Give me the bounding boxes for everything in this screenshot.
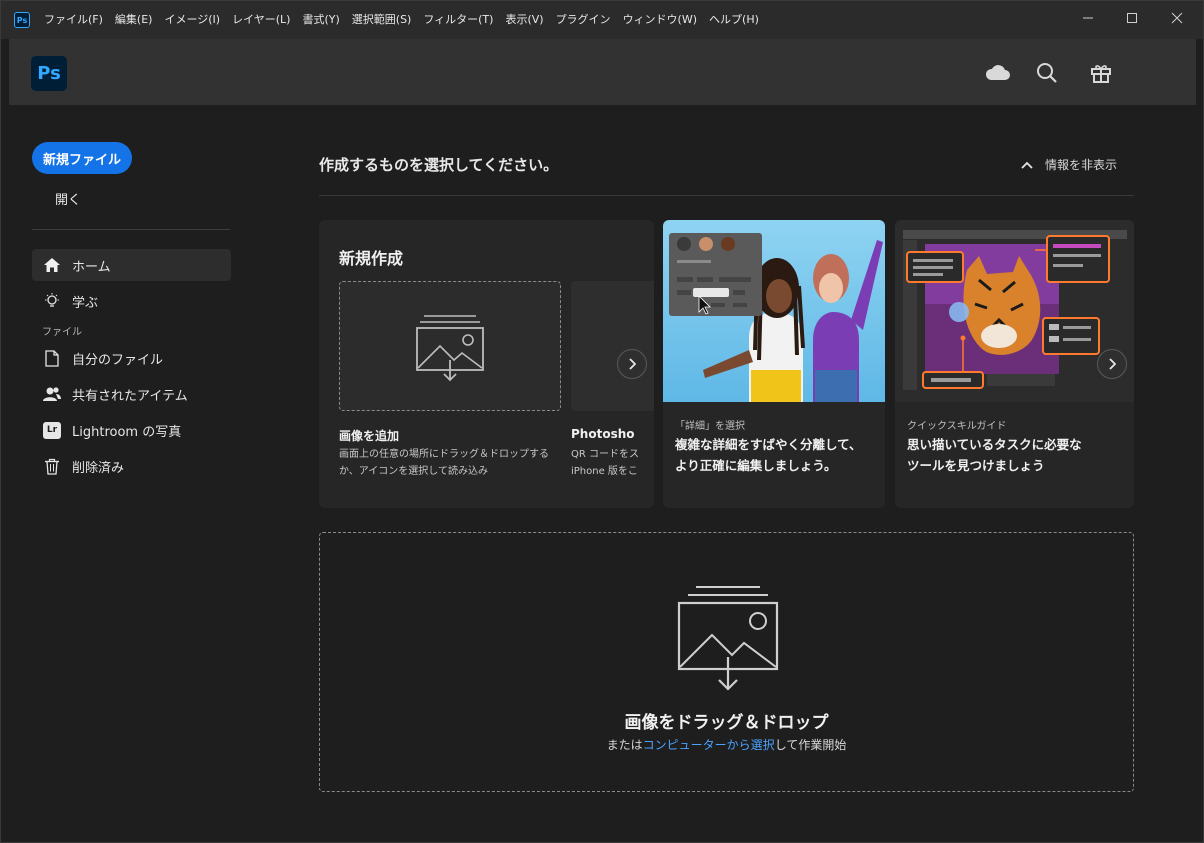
card-description: 思い描いているタスクに必要な ツールを見つけましょう <box>907 437 1082 473</box>
chevron-right-icon <box>1109 358 1116 370</box>
cloud-icon[interactable] <box>984 59 1012 87</box>
sidebar-divider <box>32 229 230 230</box>
sidebar-item-label: 学ぶ <box>72 295 99 311</box>
page-title: 作成するものを選択してください。 <box>319 156 559 174</box>
add-image-desc-2: か、アイコンを選択して読み込み <box>339 466 488 477</box>
sidebar-item-label: Lightroom の写真 <box>72 424 182 440</box>
tutorial-card-quick-skill[interactable]: クイックスキルガイド 思い描いているタスクに必要な ツールを見つけましょう <box>895 220 1134 508</box>
menu-filter[interactable]: フィルター(T) <box>417 1 499 39</box>
menu-plugins[interactable]: プラグイン <box>550 1 617 39</box>
menu-image[interactable]: イメージ(I) <box>158 1 226 39</box>
sidebar-item-learn[interactable]: 学ぶ <box>32 285 231 317</box>
ps-app-icon: Ps <box>14 12 30 28</box>
add-image-title: 画像を追加 <box>339 429 400 443</box>
menu-select[interactable]: 選択範囲(S) <box>346 1 418 39</box>
lightbulb-icon <box>32 292 72 310</box>
menu-window[interactable]: ウィンドウ(W) <box>617 1 703 39</box>
menu-layer[interactable]: レイヤー(L) <box>226 1 296 39</box>
home-icon <box>32 257 72 273</box>
app-header: Ps <box>9 39 1196 105</box>
sidebar-item-lightroom[interactable]: Lr Lightroom の写真 <box>32 414 231 446</box>
menu-help[interactable]: ヘルプ(H) <box>703 1 765 39</box>
card-description: 複雑な詳細をすばやく分離して、 より正確に編集しましょう。 <box>675 437 862 473</box>
menu-file[interactable]: ファイル(F) <box>38 1 109 39</box>
sidebar-item-label: 削除済み <box>72 460 125 476</box>
minimize-button[interactable] <box>1065 1 1111 35</box>
hide-info-label: 情報を非表示 <box>1045 158 1118 172</box>
drop-zone-subtitle: またはコンピューターから選択して作業開始 <box>606 738 847 752</box>
sidebar-item-deleted[interactable]: 削除済み <box>32 450 231 482</box>
users-icon <box>32 386 72 402</box>
search-icon[interactable] <box>1033 59 1061 87</box>
sidebar-item-my-files[interactable]: 自分のファイル <box>32 342 231 374</box>
new-create-title: 新規作成 <box>339 249 404 268</box>
qr-tile[interactable] <box>571 281 654 411</box>
add-image-tile[interactable] <box>339 281 561 411</box>
sidebar-item-shared[interactable]: 共有されたアイテム <box>32 378 231 410</box>
tutorial-thumbnail <box>663 220 885 402</box>
maximize-button[interactable] <box>1109 1 1155 35</box>
chevron-right-icon <box>629 358 636 370</box>
tutorial-thumbnail <box>895 220 1134 402</box>
main-divider <box>319 195 1134 196</box>
add-image-desc-1: 画面上の任意の場所にドラッグ＆ドロップする <box>339 449 549 460</box>
tutorial-card-select-subject[interactable]: 「詳細」を選択 複雑な詳細をすばやく分離して、 より正確に編集しましょう。 <box>663 220 885 508</box>
sidebar-item-label: 自分のファイル <box>72 352 164 368</box>
card-kicker: クイックスキルガイド <box>907 421 1007 432</box>
chevron-up-icon <box>1021 161 1033 169</box>
close-window-button[interactable] <box>1154 1 1200 35</box>
sidebar-item-label: 共有されたアイテム <box>72 388 188 404</box>
menu-bar: ファイル(F) 編集(E) イメージ(I) レイヤー(L) 書式(Y) 選択範囲… <box>38 1 765 39</box>
photoshop-window: Ps ファイル(F) 編集(E) イメージ(I) レイヤー(L) 書式(Y) 選… <box>0 0 1204 843</box>
menu-view[interactable]: 表示(V) <box>499 1 549 39</box>
next-arrow-button[interactable] <box>1097 349 1127 379</box>
new-create-card: 新規作成 画像を追加 画面上の任意の場所にドラッグ＆ドロップする か、アイコンを… <box>319 220 654 508</box>
qr-tile-title: Photosho <box>571 427 635 441</box>
trash-icon <box>32 458 72 475</box>
title-bar: Ps ファイル(F) 編集(E) イメージ(I) レイヤー(L) 書式(Y) 選… <box>1 1 1203 39</box>
sidebar-section-files: ファイル <box>42 327 82 338</box>
card-kicker: 「詳細」を選択 <box>675 421 745 432</box>
menu-type[interactable]: 書式(Y) <box>296 1 345 39</box>
qr-tile-desc-2: iPhone 版をこ <box>571 466 638 477</box>
close-icon <box>1171 12 1183 24</box>
menu-edit[interactable]: 編集(E) <box>109 1 159 39</box>
select-from-computer-link[interactable]: コンピューターから選択 <box>643 738 775 752</box>
image-import-icon <box>677 586 779 691</box>
qr-tile-desc-1: QR コードをス <box>571 449 639 460</box>
open-button[interactable]: 開く <box>55 189 81 208</box>
maximize-icon <box>1127 13 1137 23</box>
new-file-button[interactable]: 新規ファイル <box>32 142 132 174</box>
next-arrow-button[interactable] <box>617 349 647 379</box>
hide-info-button[interactable]: 情報を非表示 <box>1021 156 1117 173</box>
minimize-icon <box>1083 17 1093 19</box>
file-icon <box>32 349 72 367</box>
gift-icon[interactable] <box>1087 59 1115 87</box>
sidebar-item-label: ホーム <box>72 259 111 275</box>
image-import-icon <box>416 315 484 382</box>
lightroom-icon: Lr <box>32 421 72 439</box>
drop-zone-title: 画像をドラッグ＆ドロップ <box>624 713 829 733</box>
drop-zone[interactable]: 画像をドラッグ＆ドロップ またはコンピューターから選択して作業開始 <box>319 532 1134 792</box>
sidebar-item-home[interactable]: ホーム <box>32 249 231 281</box>
ps-logo[interactable]: Ps <box>31 56 67 91</box>
